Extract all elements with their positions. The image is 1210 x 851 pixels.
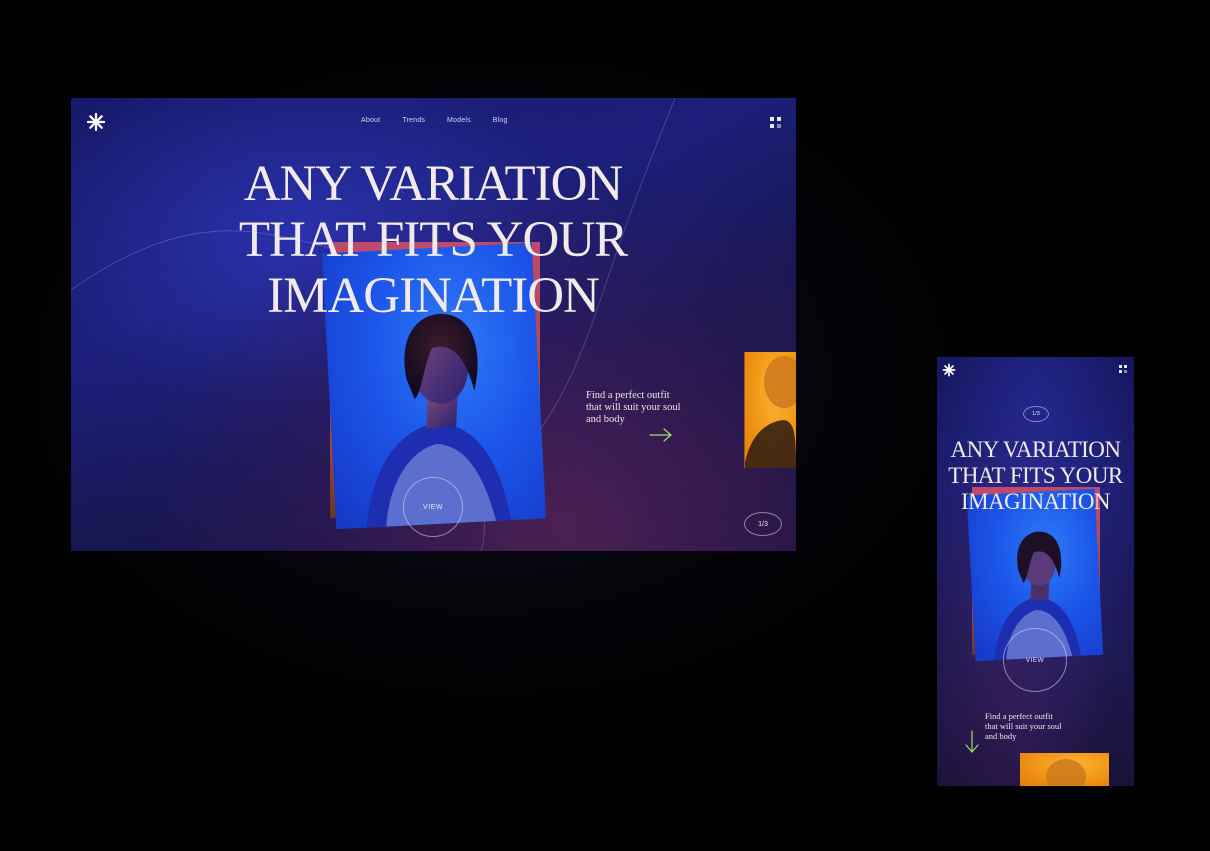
hero-headline: ANY VARIATION THAT FITS YOUR IMAGINATION — [943, 437, 1128, 515]
view-button[interactable]: VIEW — [1003, 628, 1067, 692]
arrow-right-icon[interactable] — [649, 428, 673, 442]
grid-menu-icon[interactable] — [770, 117, 781, 128]
next-photo-preview[interactable] — [744, 352, 796, 468]
pager-label: 1/3 — [1032, 411, 1040, 417]
tagline: Find a perfect outfit that will suit you… — [586, 390, 681, 426]
mobile-mockup: 1/3 ANY VARIATION THAT FITS YOUR IMAGINA… — [937, 357, 1134, 786]
pager-indicator[interactable]: 1/3 — [744, 512, 782, 536]
pager-label: 1/3 — [758, 520, 768, 528]
headline-line-3: IMAGINATION — [267, 268, 600, 324]
desktop-mockup: About Trends Models Blog ANY VARIATION T… — [71, 98, 796, 551]
view-label: VIEW — [423, 503, 443, 511]
tagline: Find a perfect outfit that will suit you… — [985, 711, 1062, 741]
nav-blog[interactable]: Blog — [493, 117, 508, 124]
tagline-line-3: and body — [985, 731, 1017, 741]
view-label: VIEW — [1025, 656, 1045, 664]
pager-indicator[interactable]: 1/3 — [1023, 406, 1049, 422]
nav-models[interactable]: Models — [447, 117, 471, 124]
arrow-down-icon[interactable] — [965, 730, 979, 754]
tagline-line-1: Find a perfect outfit — [985, 711, 1053, 721]
nav-trends[interactable]: Trends — [402, 117, 425, 124]
headline-line-1: ANY VARIATION — [243, 156, 624, 212]
tagline-line-2: that will suit your soul — [586, 402, 681, 413]
tagline-line-2: that will suit your soul — [985, 721, 1062, 731]
headline-line-2: THAT FITS YOUR — [238, 212, 628, 268]
view-button[interactable]: VIEW — [403, 477, 463, 537]
tagline-line-1: Find a perfect outfit — [586, 390, 670, 401]
nav-about[interactable]: About — [361, 117, 380, 124]
headline-line-1: ANY VARIATION — [950, 437, 1121, 462]
headline-line-3: IMAGINATION — [960, 489, 1111, 514]
top-nav: About Trends Models Blog — [361, 117, 508, 124]
asterisk-icon[interactable] — [942, 363, 956, 377]
next-photo-preview[interactable] — [1020, 753, 1109, 786]
preview-edge — [744, 352, 745, 468]
grid-menu-icon[interactable] — [1119, 365, 1127, 373]
headline-line-2: THAT FITS YOUR — [948, 463, 1123, 488]
tagline-line-3: and body — [586, 414, 625, 425]
asterisk-icon[interactable] — [86, 112, 106, 132]
hero-headline: ANY VARIATION THAT FITS YOUR IMAGINATION — [223, 156, 643, 324]
